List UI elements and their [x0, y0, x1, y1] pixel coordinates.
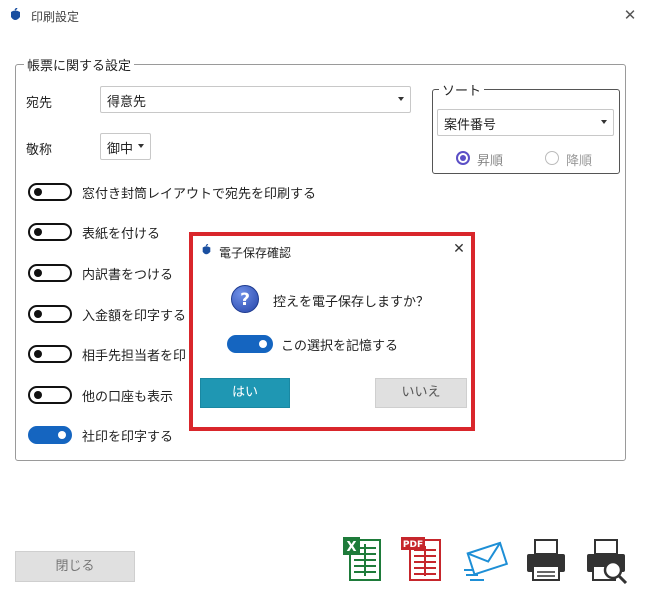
destination-value: 得意先 — [107, 95, 147, 110]
toggle-contact-person[interactable] — [28, 345, 72, 363]
dialog-title: 電子保存確認 — [219, 246, 292, 260]
toggle-knob — [34, 228, 42, 236]
app-logo-icon — [11, 8, 20, 20]
excel-icon[interactable]: X — [340, 534, 386, 584]
toggle-knob — [34, 350, 42, 358]
dialog-close-button[interactable]: ✕ — [451, 240, 467, 258]
radio-label-ascending: 昇順 — [477, 154, 504, 169]
print-preview-icon[interactable] — [583, 534, 629, 584]
remember-choice-label: この選択を記憶する — [281, 339, 399, 354]
toggle-label-window-envelope: 窓付き封筒レイアウトで宛先を印刷する — [82, 187, 317, 202]
toggle-company-seal[interactable] — [28, 426, 72, 444]
toggle-label-company-seal: 社印を印字する — [82, 430, 174, 445]
toggle-other-accounts[interactable] — [28, 386, 72, 404]
toggle-knob — [34, 310, 42, 318]
honorific-select[interactable]: 御中 — [100, 133, 151, 160]
printer-icon[interactable] — [523, 534, 569, 584]
radio-descending[interactable] — [545, 151, 559, 165]
pdf-icon[interactable]: PDF — [400, 534, 446, 584]
save-confirm-dialog: 電子保存確認 ✕ ? 控えを電子保存しますか？ この選択を記憶する はい いいえ — [189, 232, 475, 431]
toggle-knob — [259, 340, 267, 348]
toggle-label-other-accounts: 他の口座も表示 — [82, 390, 174, 405]
chevron-down-icon — [138, 144, 144, 148]
toggle-knob — [34, 269, 42, 277]
toggle-knob — [58, 431, 66, 439]
toggle-label-breakdown: 内訳書をつける — [82, 268, 174, 283]
toggle-cover-page[interactable] — [28, 223, 72, 241]
chevron-down-icon — [398, 97, 404, 101]
svg-text:X: X — [346, 540, 356, 555]
toggle-knob — [34, 188, 42, 196]
honorific-label: 敬称 — [26, 143, 53, 158]
toggle-label-cover-page: 表紙を付ける — [82, 227, 161, 242]
no-button[interactable]: いいえ — [375, 378, 467, 408]
report-settings-title: 帳票に関する設定 — [24, 55, 135, 74]
destination-select[interactable]: 得意先 — [100, 86, 411, 113]
radio-label-descending: 降順 — [566, 154, 593, 169]
toggle-breakdown[interactable] — [28, 264, 72, 282]
question-icon: ? — [231, 285, 259, 313]
destination-label: 宛先 — [26, 96, 53, 111]
toggle-window-envelope[interactable] — [28, 183, 72, 201]
radio-ascending[interactable] — [456, 151, 470, 165]
yes-button[interactable]: はい — [200, 378, 290, 408]
sort-field-select[interactable]: 案件番号 — [437, 109, 614, 136]
toggle-label-payment-amount: 入金額を印字する — [82, 309, 187, 324]
toggle-label-contact-person: 相手先担当者を印 — [82, 349, 187, 364]
toggle-payment-amount[interactable] — [28, 305, 72, 323]
chevron-down-icon — [601, 120, 607, 124]
sort-title: ソート — [439, 80, 485, 99]
mail-icon[interactable] — [462, 534, 508, 584]
toggle-knob — [34, 391, 42, 399]
app-logo-icon — [202, 244, 211, 255]
close-button[interactable]: 閉じる — [15, 551, 135, 582]
window-close-button[interactable]: ✕ — [620, 5, 640, 25]
svg-text:PDF: PDF — [403, 540, 423, 550]
window-title: 印刷設定 — [31, 10, 80, 24]
remember-choice-toggle[interactable] — [227, 335, 273, 353]
dialog-message: 控えを電子保存しますか？ — [273, 295, 430, 310]
title-bar: 印刷設定 ✕ — [0, 0, 647, 32]
honorific-value: 御中 — [107, 142, 134, 157]
sort-field-value: 案件番号 — [444, 118, 497, 133]
